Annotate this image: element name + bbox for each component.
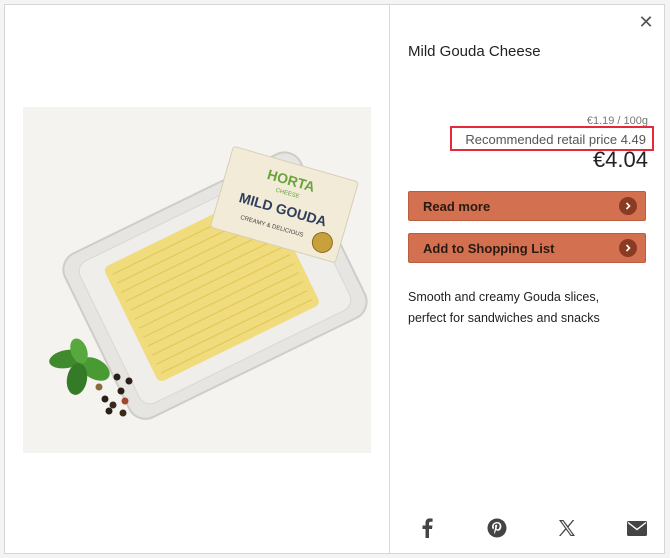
read-more-button[interactable]: Read more xyxy=(408,191,646,221)
image-pane: HORTA CHEESE MILD GOUDA CREAMY & DELICIO… xyxy=(5,5,390,553)
product-price: €4.04 xyxy=(592,147,648,172)
add-to-shopping-list-button[interactable]: Add to Shopping List xyxy=(408,233,646,263)
chevron-right-icon xyxy=(619,197,637,215)
email-icon[interactable] xyxy=(626,517,648,539)
x-icon[interactable] xyxy=(556,517,578,539)
product-title: Mild Gouda Cheese xyxy=(408,43,541,60)
facebook-icon[interactable] xyxy=(416,517,438,539)
details-pane: ✕ Mild Gouda Cheese €1.19 / 100g Recomme… xyxy=(390,5,664,553)
add-to-list-label: Add to Shopping List xyxy=(423,240,555,256)
share-bar xyxy=(416,517,648,539)
product-description: Smooth and creamy Gouda slices, perfect … xyxy=(408,290,600,325)
pinterest-icon[interactable] xyxy=(486,517,508,539)
read-more-label: Read more xyxy=(423,198,491,214)
product-modal: HORTA CHEESE MILD GOUDA CREAMY & DELICIO… xyxy=(4,4,665,554)
chevron-right-icon xyxy=(619,239,637,257)
close-icon[interactable]: ✕ xyxy=(638,14,654,32)
product-image: HORTA CHEESE MILD GOUDA CREAMY & DELICIO… xyxy=(23,107,371,453)
